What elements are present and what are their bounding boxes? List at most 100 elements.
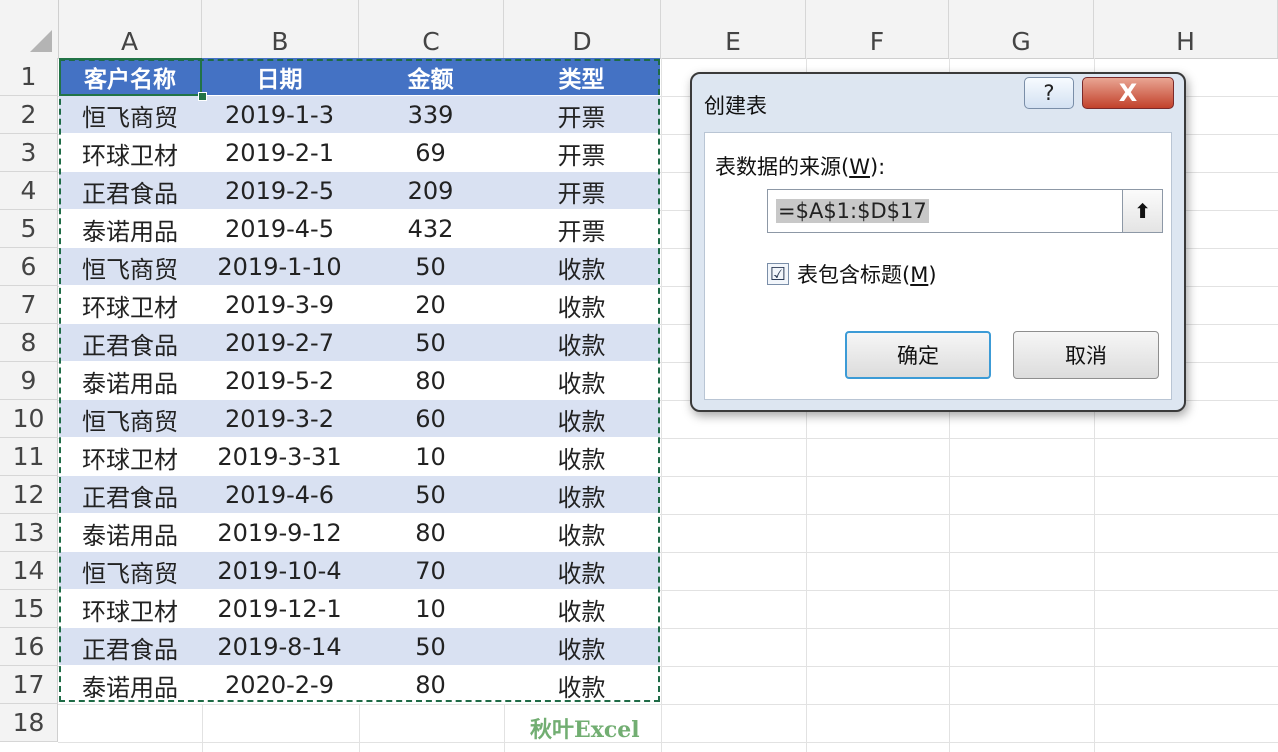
cell-customer[interactable]: 泰诺用品 — [59, 210, 201, 248]
row-header-15[interactable]: 15 — [0, 590, 58, 628]
cell-type[interactable]: 收款 — [503, 324, 660, 362]
cell-type[interactable]: 收款 — [503, 628, 660, 666]
cell-amount[interactable]: 80 — [358, 666, 503, 704]
select-all-corner[interactable] — [0, 0, 59, 58]
cell-type[interactable]: 收款 — [503, 286, 660, 324]
row-header-16[interactable]: 16 — [0, 628, 58, 666]
cell-date[interactable]: 2019-12-1 — [201, 590, 358, 628]
cell-amount[interactable]: 50 — [358, 324, 503, 362]
cell-date[interactable]: 2019-4-6 — [201, 476, 358, 514]
row-header-11[interactable]: 11 — [0, 438, 58, 476]
cell-type[interactable]: 收款 — [503, 590, 660, 628]
header-cell-type[interactable]: 类型 — [503, 58, 660, 96]
cell-type[interactable]: 收款 — [503, 552, 660, 590]
cell-customer[interactable]: 恒飞商贸 — [59, 552, 201, 590]
has-headers-checkbox[interactable]: ☑ 表包含标题(M) — [767, 259, 937, 289]
cell-date[interactable]: 2019-1-10 — [201, 248, 358, 286]
fill-handle[interactable] — [198, 92, 207, 101]
cell-customer[interactable]: 泰诺用品 — [59, 514, 201, 552]
cell-date[interactable]: 2019-3-31 — [201, 438, 358, 476]
cell-date[interactable]: 2019-8-14 — [201, 628, 358, 666]
cell-date[interactable]: 2019-1-3 — [201, 96, 358, 134]
cell-customer[interactable]: 环球卫材 — [59, 286, 201, 324]
row-header-6[interactable]: 6 — [0, 248, 58, 286]
cell-date[interactable]: 2019-4-5 — [201, 210, 358, 248]
row-header-10[interactable]: 10 — [0, 400, 58, 438]
collapse-dialog-button[interactable]: ⬆ — [1122, 190, 1162, 232]
cell-customer[interactable]: 正君食品 — [59, 324, 201, 362]
cell-customer[interactable]: 环球卫材 — [59, 134, 201, 172]
help-button[interactable]: ? — [1024, 77, 1074, 109]
cell-amount[interactable]: 50 — [358, 476, 503, 514]
close-button[interactable]: X — [1082, 77, 1174, 109]
cell-type[interactable]: 收款 — [503, 438, 660, 476]
row-header-9[interactable]: 9 — [0, 362, 58, 400]
cell-amount[interactable]: 10 — [358, 590, 503, 628]
cell-date[interactable]: 2019-10-4 — [201, 552, 358, 590]
cell-date[interactable]: 2019-5-2 — [201, 362, 358, 400]
column-header-h[interactable]: H — [1094, 0, 1278, 58]
cell-amount[interactable]: 209 — [358, 172, 503, 210]
row-header-18[interactable]: 18 — [0, 704, 58, 742]
row-header-14[interactable]: 14 — [0, 552, 58, 590]
cell-type[interactable]: 开票 — [503, 134, 660, 172]
cell-type[interactable]: 开票 — [503, 172, 660, 210]
cell-type[interactable]: 收款 — [503, 476, 660, 514]
column-header-g[interactable]: G — [949, 0, 1094, 58]
cell-date[interactable]: 2019-2-5 — [201, 172, 358, 210]
cell-date[interactable]: 2019-2-1 — [201, 134, 358, 172]
row-header-5[interactable]: 5 — [0, 210, 58, 248]
header-cell-date[interactable]: 日期 — [201, 58, 358, 96]
cell-type[interactable]: 收款 — [503, 362, 660, 400]
range-input[interactable]: =$A$1:$D$17 ⬆ — [767, 189, 1163, 233]
cell-amount[interactable]: 50 — [358, 248, 503, 286]
cell-type[interactable]: 收款 — [503, 666, 660, 704]
column-header-a[interactable]: A — [58, 0, 202, 58]
cell-date[interactable]: 2019-2-7 — [201, 324, 358, 362]
cell-customer[interactable]: 正君食品 — [59, 172, 201, 210]
cell-type[interactable]: 开票 — [503, 96, 660, 134]
column-header-f[interactable]: F — [806, 0, 949, 58]
cell-amount[interactable]: 60 — [358, 400, 503, 438]
header-cell-customer[interactable]: 客户名称 — [59, 58, 201, 96]
cell-date[interactable]: 2019-3-9 — [201, 286, 358, 324]
cell-amount[interactable]: 69 — [358, 134, 503, 172]
row-header-3[interactable]: 3 — [0, 134, 58, 172]
cell-amount[interactable]: 339 — [358, 96, 503, 134]
row-header-4[interactable]: 4 — [0, 172, 58, 210]
cell-customer[interactable]: 恒飞商贸 — [59, 96, 201, 134]
column-header-e[interactable]: E — [661, 0, 806, 58]
cell-customer[interactable]: 泰诺用品 — [59, 666, 201, 704]
cell-date[interactable]: 2019-9-12 — [201, 514, 358, 552]
cell-customer[interactable]: 环球卫材 — [59, 438, 201, 476]
row-header-17[interactable]: 17 — [0, 666, 58, 704]
cell-type[interactable]: 收款 — [503, 514, 660, 552]
cell-amount[interactable]: 432 — [358, 210, 503, 248]
column-header-c[interactable]: C — [359, 0, 504, 58]
cell-customer[interactable]: 环球卫材 — [59, 590, 201, 628]
cancel-button[interactable]: 取消 — [1013, 331, 1159, 379]
row-header-1[interactable]: 1 — [0, 58, 58, 96]
row-header-7[interactable]: 7 — [0, 286, 58, 324]
cell-date[interactable]: 2019-3-2 — [201, 400, 358, 438]
cell-type[interactable]: 收款 — [503, 400, 660, 438]
header-cell-amount[interactable]: 金额 — [358, 58, 503, 96]
row-header-13[interactable]: 13 — [0, 514, 58, 552]
cell-customer[interactable]: 恒飞商贸 — [59, 400, 201, 438]
ok-button[interactable]: 确定 — [845, 331, 991, 379]
cell-date[interactable]: 2020-2-9 — [201, 666, 358, 704]
cell-customer[interactable]: 恒飞商贸 — [59, 248, 201, 286]
cell-customer[interactable]: 正君食品 — [59, 628, 201, 666]
cell-type[interactable]: 开票 — [503, 210, 660, 248]
column-header-b[interactable]: B — [202, 0, 359, 58]
cell-amount[interactable]: 20 — [358, 286, 503, 324]
cell-amount[interactable]: 80 — [358, 514, 503, 552]
cell-customer[interactable]: 泰诺用品 — [59, 362, 201, 400]
cell-amount[interactable]: 50 — [358, 628, 503, 666]
cell-type[interactable]: 收款 — [503, 248, 660, 286]
row-header-12[interactable]: 12 — [0, 476, 58, 514]
cell-amount[interactable]: 80 — [358, 362, 503, 400]
row-header-2[interactable]: 2 — [0, 96, 58, 134]
column-header-d[interactable]: D — [504, 0, 661, 58]
cell-amount[interactable]: 70 — [358, 552, 503, 590]
